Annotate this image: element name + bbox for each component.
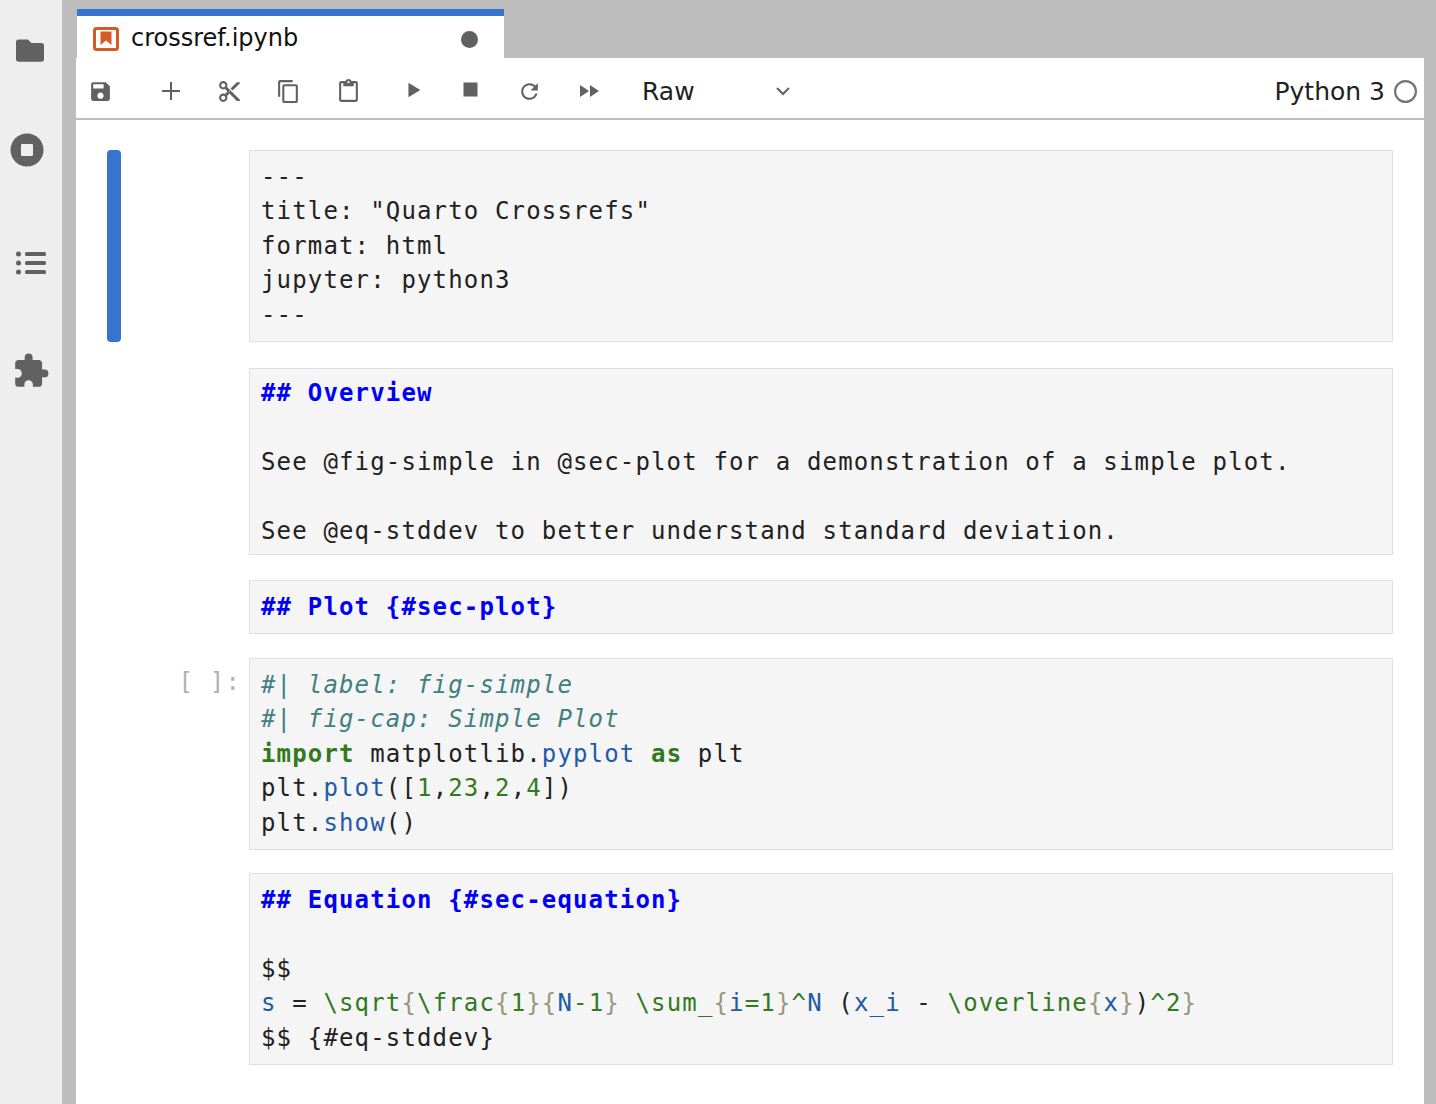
running-kernels-icon[interactable] <box>9 132 45 168</box>
cell-prompt-spacer <box>76 368 249 555</box>
run-icon[interactable] <box>402 79 424 101</box>
code-line: ## Overview <box>261 376 1381 410</box>
table-of-contents-icon[interactable] <box>16 250 46 276</box>
run-all-icon[interactable] <box>578 79 602 103</box>
code-line <box>261 917 1381 951</box>
chevron-down-icon[interactable] <box>773 84 793 100</box>
tab-crossref-ipynb[interactable]: crossref.ipynb <box>77 9 504 58</box>
code-line: See @eq-stddev to better understand stan… <box>261 514 1381 548</box>
cell-code-3: [ ]:#| label: fig-simple#| fig-cap: Simp… <box>76 658 1424 850</box>
cell-editor-markdown-4[interactable]: ## Equation {#sec-equation} $$s = \sqrt{\… <box>249 873 1393 1065</box>
kernel-status-icon <box>1393 79 1418 104</box>
cell-editor-code-3[interactable]: #| label: fig-simple#| fig-cap: Simple P… <box>249 658 1393 850</box>
code-line: $$ <box>261 952 1381 986</box>
cell-editor-raw-0[interactable]: ---title: "Quarto Crossrefs"format: html… <box>249 150 1393 342</box>
notebook-icon <box>93 27 119 51</box>
code-line <box>261 410 1381 444</box>
cell-editor-markdown-1[interactable]: ## Overview See @fig-simple in @sec-plot … <box>249 368 1393 555</box>
cell-markdown-4: ## Equation {#sec-equation} $$s = \sqrt{\… <box>76 873 1424 1065</box>
code-line: --- <box>261 298 1381 332</box>
code-line: #| fig-cap: Simple Plot <box>261 702 1381 736</box>
tab-title: crossref.ipynb <box>131 24 298 52</box>
add-cell-icon[interactable] <box>159 79 183 103</box>
main-panel: crossref.ipynb Raw Python 3 ---title: "Q… <box>76 0 1424 1104</box>
code-line: s = \sqrt{\frac{1}{N-1} \sum_{i=1}^N (x_… <box>261 986 1381 1020</box>
cell-editor-markdown-2[interactable]: ## Plot {#sec-plot} <box>249 580 1393 634</box>
code-line: ## Plot {#sec-plot} <box>261 590 1381 624</box>
code-line: --- <box>261 160 1381 194</box>
cell-prompt-spacer <box>76 580 249 634</box>
code-line: jupyter: python3 <box>261 263 1381 297</box>
cell-prompt-spacer <box>76 150 249 342</box>
code-line <box>261 479 1381 513</box>
notebook-toolbar: Raw Python 3 <box>76 58 1424 120</box>
paste-icon[interactable] <box>336 79 361 104</box>
code-line: ## Equation {#sec-equation} <box>261 883 1381 917</box>
activity-bar <box>0 0 62 1104</box>
code-line: plt.plot([1,23,2,4]) <box>261 771 1381 805</box>
cell-type-select[interactable]: Raw <box>642 77 695 106</box>
copy-icon[interactable] <box>276 79 301 104</box>
code-line: plt.show() <box>261 806 1381 840</box>
cell-prompt-spacer <box>76 873 249 1065</box>
tab-bar: crossref.ipynb <box>76 0 1424 58</box>
code-line: See @fig-simple in @sec-plot for a demon… <box>261 445 1381 479</box>
code-line: #| label: fig-simple <box>261 668 1381 702</box>
cell-markdown-1: ## Overview See @fig-simple in @sec-plot … <box>76 368 1424 555</box>
code-line: $$ {#eq-stddev} <box>261 1021 1381 1055</box>
puzzle-icon[interactable] <box>12 352 50 390</box>
save-icon[interactable] <box>88 79 113 104</box>
cell-markdown-2: ## Plot {#sec-plot} <box>76 580 1424 634</box>
kernel-name[interactable]: Python 3 <box>1274 77 1385 106</box>
code-line: import matplotlib.pyplot as plt <box>261 737 1381 771</box>
cut-icon[interactable] <box>217 79 242 104</box>
cell-input-prompt: [ ]: <box>76 658 249 850</box>
notebook-content: ---title: "Quarto Crossrefs"format: html… <box>76 120 1424 1104</box>
cell-raw-0: ---title: "Quarto Crossrefs"format: html… <box>76 150 1424 342</box>
stop-icon[interactable] <box>460 79 481 100</box>
folder-icon[interactable] <box>13 38 47 66</box>
code-line: format: html <box>261 229 1381 263</box>
restart-icon[interactable] <box>517 79 542 104</box>
unsaved-dot[interactable] <box>461 31 478 48</box>
code-line: title: "Quarto Crossrefs" <box>261 194 1381 228</box>
